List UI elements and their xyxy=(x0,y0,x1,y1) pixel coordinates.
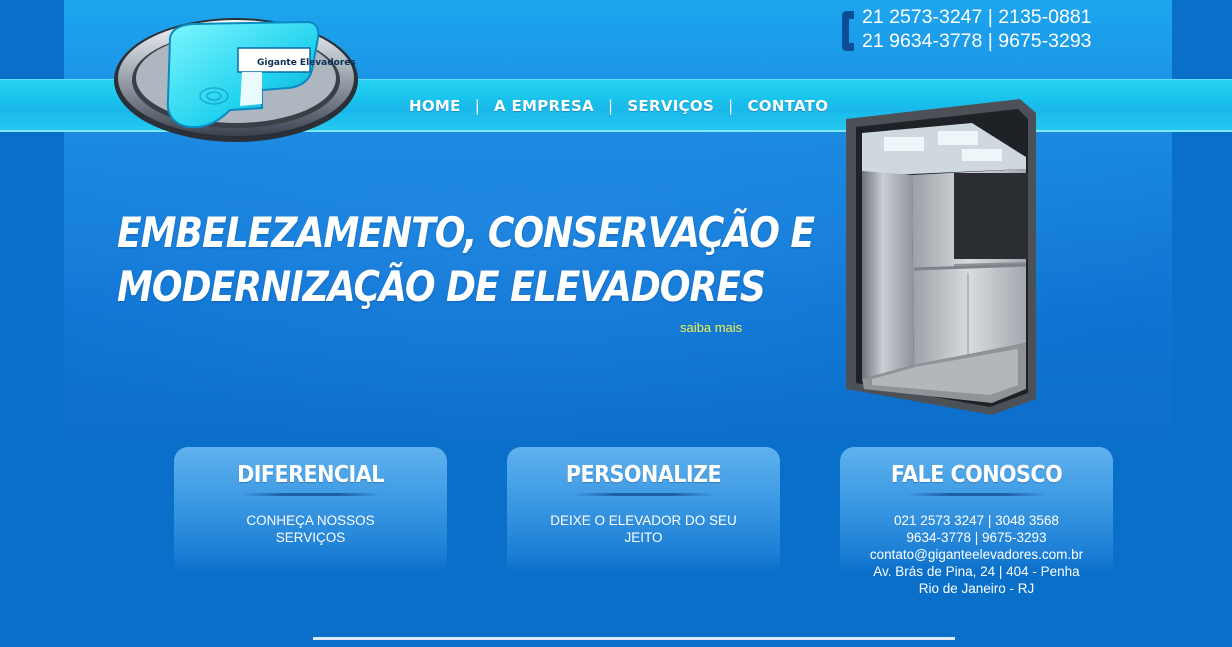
hero-title-line-1: EMBELEZAMENTO, CONSERVAÇÃO E xyxy=(117,208,815,257)
hero-title-line-2: MODERNIZAÇÃO DE ELEVADORES xyxy=(117,262,766,311)
saiba-mais-link[interactable]: saiba mais xyxy=(680,320,742,335)
logo-graphic: Gigante Elevadores xyxy=(114,18,358,142)
phone-line-1: 21 2573-3247 | 2135-0881 xyxy=(862,6,1092,28)
phone-line-2: 21 9634-3778 | 9675-3293 xyxy=(862,30,1092,52)
card-title-underline xyxy=(906,493,1047,496)
nav-contato[interactable]: CONTATO xyxy=(747,97,828,115)
card-title: DIFERENCIAL xyxy=(237,462,384,488)
card-title-underline xyxy=(573,493,714,496)
phone-icon xyxy=(842,11,854,51)
elevator-illustration xyxy=(846,99,1036,415)
card-title-underline xyxy=(240,493,381,496)
elevator-cabin-image xyxy=(842,97,1038,415)
card-personalize[interactable]: PERSONALIZE DEIXE O ELEVADOR DO SEU JEIT… xyxy=(507,447,780,572)
nav-separator: | xyxy=(728,97,734,115)
contact-phone-line-2: 9634-3778 | 9675-3293 xyxy=(906,530,1047,545)
contact-email[interactable]: contato@giganteelevadores.com.br xyxy=(840,546,1113,563)
nav-separator: | xyxy=(474,97,481,115)
contact-address: Av. Brás de Pina, 24 | 404 - Penha xyxy=(873,564,1080,579)
card-text: DEIXE O ELEVADOR DO SEU JEITO xyxy=(550,513,737,545)
nav-servicos[interactable]: SERVIÇOS xyxy=(627,97,714,115)
gigante-elevadores-logo[interactable]: Gigante Elevadores xyxy=(112,8,364,148)
hero-title: EMBELEZAMENTO, CONSERVAÇÃO E MODERNIZAÇÃ… xyxy=(117,206,815,314)
contact-phone-line-1: 021 2573 3247 | 3048 3568 xyxy=(894,513,1059,528)
nav-a-empresa[interactable]: A EMPRESA xyxy=(494,97,594,115)
card-title: FALE CONOSCO xyxy=(890,462,1063,488)
nav-home[interactable]: HOME xyxy=(409,97,461,115)
card-text: CONHEÇA NOSSOS SERVIÇOS xyxy=(246,513,375,545)
logo-text: Gigante Elevadores xyxy=(257,58,356,68)
header-phones: 21 2573-3247 | 2135-0881 21 9634-3778 | … xyxy=(840,5,1120,55)
contact-city: Rio de Janeiro - RJ xyxy=(918,581,1035,596)
card-title: PERSONALIZE xyxy=(565,462,722,488)
card-fale-conosco[interactable]: FALE CONOSCO 021 2573 3247 | 3048 3568 9… xyxy=(840,447,1113,596)
footer-divider xyxy=(313,637,955,640)
card-diferencial[interactable]: DIFERENCIAL CONHEÇA NOSSOS SERVIÇOS xyxy=(174,447,447,572)
main-nav: HOME | A EMPRESA | SERVIÇOS | CONTATO xyxy=(409,95,828,117)
nav-separator: | xyxy=(607,97,614,115)
